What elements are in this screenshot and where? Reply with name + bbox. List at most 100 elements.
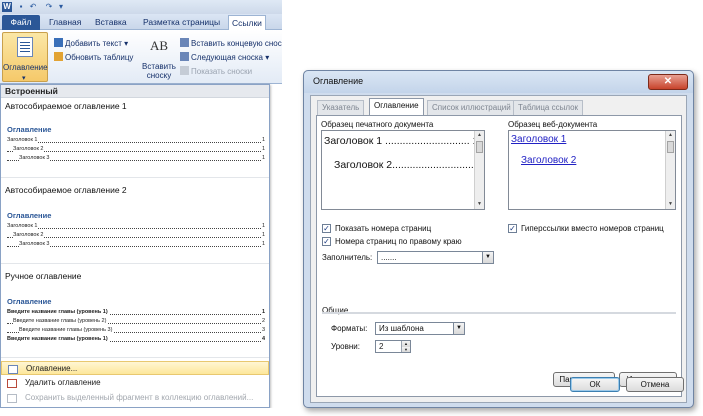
print-preview-line: Заголовок 1 ............................… [324,135,479,147]
toc-preview-line: Введите название главы (уровень 1) 1 [7,309,265,318]
show-notes-icon [180,66,189,75]
tab-leader-value: ....... [381,253,397,262]
auto-toc-1[interactable]: Оглавление Заголовок 11 Заголовок 21 Заг… [7,125,265,164]
tab-figures[interactable]: Список иллюстраций [427,100,516,115]
update-table-icon [54,52,63,61]
toc-preview-line: Заголовок 31 [7,241,265,250]
ribbon-references: Оглавление ▾ Добавить текст ▾ Обновить т… [0,30,282,84]
toc-dialog: Оглавление ✕ Указатель Оглавление Список… [303,70,694,408]
levels-value: 2 [379,342,384,351]
print-preview-scrollbar[interactable]: ▲ ▼ [474,131,484,209]
menu-save-selection-label: Сохранить выделенный фрагмент в коллекци… [25,393,254,402]
word-window: W ▪ ↶ ↷ ▾ Файл Главная Вставка Разметка … [0,0,282,408]
auto-toc-2[interactable]: Оглавление Заголовок 11 Заголовок 21 Заг… [7,211,265,250]
tab-index[interactable]: Указатель [317,100,365,115]
web-preview: Заголовок 1 Заголовок 2 ▲ ▼ [508,130,676,210]
add-text-button[interactable]: Добавить текст ▾ [54,38,128,49]
tab-leader-label: Заполнитель: [322,253,373,262]
toc-preview-line: Заголовок 11 [7,223,265,232]
ok-button[interactable]: ОК [570,377,620,392]
toc-preview-line: Заголовок 31 [7,155,265,164]
add-text-label: Добавить текст [65,39,122,48]
web-preview-link: Заголовок 1 [511,134,567,145]
toc-button-label: Оглавление [3,63,48,72]
toc-button[interactable]: Оглавление ▾ [2,32,48,82]
toc-preview-heading: Оглавление [7,297,52,306]
chevron-down-icon: ▼ [482,252,493,263]
auto-toc-1-title: Автособираемое оглавление 1 [5,101,127,111]
undo-icon[interactable]: ↶ [28,2,38,12]
print-preview-label: Образец печатного документа [321,120,434,129]
insert-endnote-button[interactable]: Вставить концевую снос [180,38,282,49]
levels-down-icon[interactable]: ▼ [401,346,410,352]
save-selection-icon [7,394,17,403]
menu-delete-toc[interactable]: Удалить оглавление [1,376,269,390]
insert-endnote-label: Вставить концевую снос [191,39,282,48]
menu-insert-toc-label: Оглавление... [26,364,78,373]
levels-stepper[interactable]: 2 ▲ ▼ [375,340,411,353]
show-notes-button[interactable]: Показать сноски [180,66,252,77]
manual-toc[interactable]: Оглавление Введите название главы (урове… [7,297,265,345]
hyperlinks-checkbox[interactable]: ✓ [508,224,517,233]
menu-save-selection[interactable]: Сохранить выделенный фрагмент в коллекци… [1,391,269,405]
dialog-title: Оглавление [313,76,364,86]
right-align-label: Номера страниц по правому краю [335,237,462,246]
print-preview-line: Заголовок 2.............................… [334,159,485,171]
tab-toc[interactable]: Оглавление [369,98,424,116]
tab-home[interactable]: Главная [46,15,84,30]
tab-insert[interactable]: Вставка [92,15,130,30]
hyperlinks-label: Гиперссылки вместо номеров страниц [521,224,664,233]
show-page-numbers-label: Показать номера страниц [335,224,432,233]
ribbon-tabs: Файл Главная Вставка Разметка страницы С… [0,14,282,30]
redo-icon[interactable]: ↷ [44,2,54,12]
toc-tab-panel: Образец печатного документа Заголовок 1 … [316,115,682,397]
customize-toolbar-icon[interactable]: ▾ [56,2,66,12]
manual-toc-title: Ручное оглавление [5,271,82,281]
web-preview-label: Образец веб-документа [508,120,598,129]
divider [1,263,269,264]
quick-access-toolbar: W ▪ ↶ ↷ ▾ [0,0,282,14]
dialog-titlebar[interactable]: Оглавление ✕ [304,71,693,93]
menu-delete-toc-label: Удалить оглавление [25,378,101,387]
tab-leader-select[interactable]: ....... ▼ [377,251,494,264]
toc-preview-heading: Оглавление [7,125,52,134]
web-preview-link: Заголовок 2 [521,155,577,166]
next-footnote-button[interactable]: Следующая сноска ▾ [180,52,269,63]
save-icon[interactable]: ▪ [16,2,26,12]
toc-preview-line: Заголовок 21 [7,232,265,241]
update-table-button[interactable]: Обновить таблицу [54,52,133,63]
toc-preview-line: Введите название главы (уровень 1) 4 [7,336,265,345]
web-preview-scrollbar[interactable]: ▲ ▼ [665,131,675,209]
chevron-down-icon: ▼ [453,323,464,334]
tab-authorities[interactable]: Таблица ссылок [513,100,584,115]
print-preview: Заголовок 1 ............................… [321,130,485,210]
word-logo-icon[interactable]: W [2,2,12,12]
levels-label: Уровни: [331,342,360,351]
tab-page-layout[interactable]: Разметка страницы [140,15,223,30]
divider [1,177,269,178]
menu-insert-toc[interactable]: Оглавление... [1,361,269,375]
update-table-label: Обновить таблицу [65,53,134,62]
next-footnote-label: Следующая сноска [191,53,263,62]
tab-references[interactable]: Ссылки [228,15,266,30]
toc-icon [8,365,18,374]
close-button[interactable]: ✕ [648,74,688,90]
toc-preview-line: Заголовок 11 [7,137,265,146]
toc-preview-line: Введите название главы (уровень 2) 2 [7,318,265,327]
tab-file[interactable]: Файл [2,15,40,30]
next-footnote-icon [180,52,189,61]
formats-select[interactable]: Из шаблона ▼ [375,322,465,335]
insert-footnote-icon[interactable]: AB [150,38,168,54]
endnote-icon [180,38,189,47]
section-builtin: Встроенный [1,85,269,98]
insert-footnote-button[interactable]: Вставить сноску [142,62,176,80]
show-page-numbers-checkbox[interactable]: ✓ [322,224,331,233]
divider [1,357,269,358]
toc-preview-line: Заголовок 21 [7,146,265,155]
formats-value: Из шаблона [379,324,424,333]
cancel-button[interactable]: Отмена [626,377,684,392]
right-align-checkbox[interactable]: ✓ [322,237,331,246]
formats-label: Форматы: [331,324,368,333]
add-text-icon [54,38,63,47]
toc-dropdown: Встроенный Автособираемое оглавление 1 О… [0,84,270,408]
